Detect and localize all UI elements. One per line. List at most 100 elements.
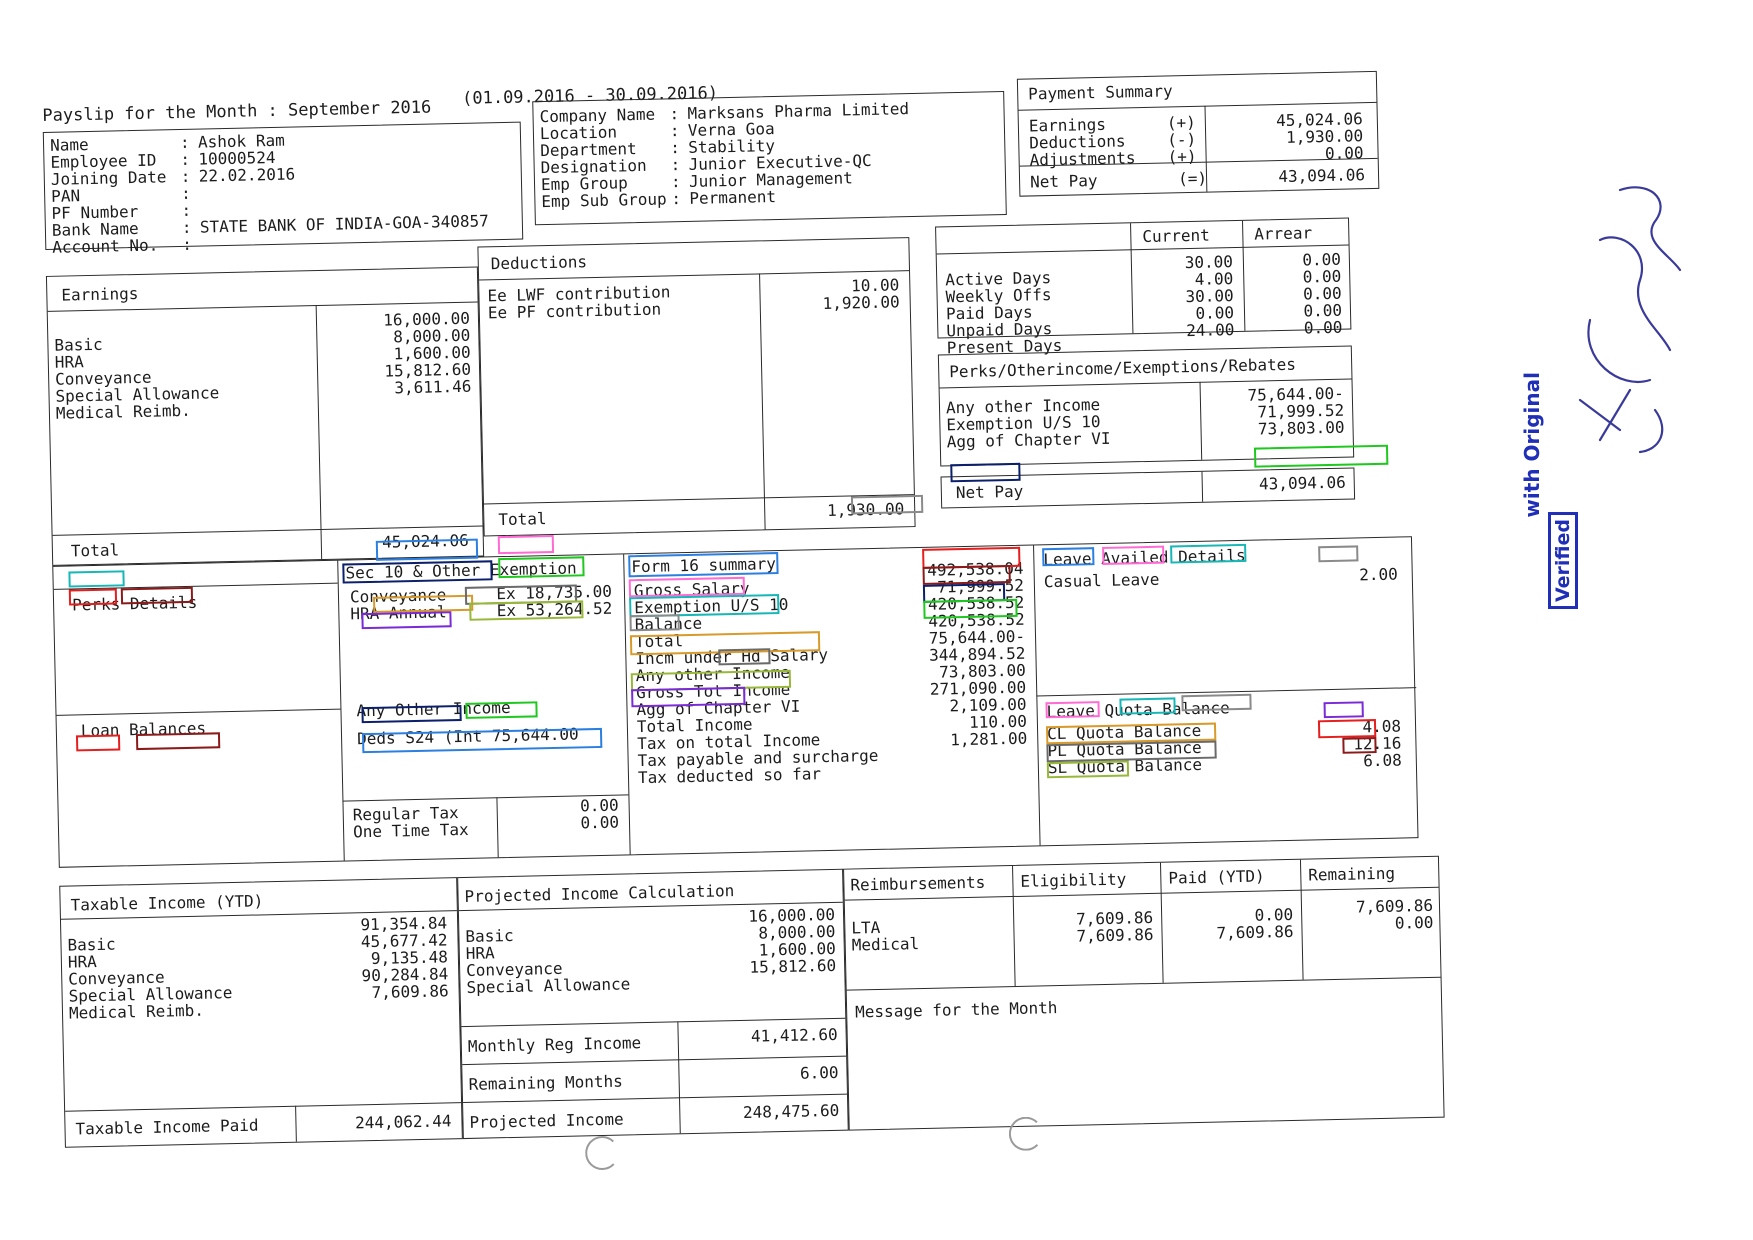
attendance-col-current: Current [1142, 225, 1210, 247]
deductions-total-label: Total [498, 509, 547, 530]
reimb-col-eligibility: Eligibility [1020, 869, 1127, 891]
net-pay-row-value: 43,094.06 [1258, 472, 1346, 494]
annotation-box [850, 494, 924, 515]
info-separator: : [670, 138, 681, 158]
message-for-month-label: Message for the Month [854, 998, 1058, 1022]
info-label: Account No. [52, 235, 159, 257]
info-separator: : [670, 155, 681, 175]
attendance-col-arrear: Arrear [1254, 223, 1313, 244]
annotation-box [631, 686, 746, 708]
info-separator: : [671, 189, 682, 209]
annotation-box [361, 611, 452, 630]
reimb-remaining-values: 7,609.86 0.00 [1309, 896, 1434, 934]
reimb-col-title: Reimbursements [850, 872, 986, 895]
payslip-document: Payslip for the Month : September 2016 (… [42, 64, 1526, 1216]
deductions-box: Deductions Ee LWF contribution Ee PF cont… [477, 237, 916, 537]
employee-info-list: Name: Ashok Ram Employee ID:10000524 Joinin… [50, 127, 489, 257]
deduction-label: Ee PF contribution [487, 299, 662, 323]
net-pay-sign: (=) [1177, 168, 1208, 189]
leave-availed-row: Casual Leave 2.00 [1043, 564, 1404, 592]
earnings-box: Earnings Basic HRA Conveyance Special Allow… [45, 266, 485, 566]
projected-income-value: 248,475.60 [742, 1100, 840, 1122]
earnings-title: Earnings [61, 283, 139, 305]
annotation-box [361, 704, 462, 724]
earning-value: 3,611.46 [394, 376, 472, 398]
remaining-months-value: 6.00 [799, 1062, 839, 1083]
info-separator: : [181, 217, 192, 237]
projected-income-box: Projected Income Calculation Basic HRA Con… [457, 868, 849, 1140]
earnings-total-label: Total [70, 540, 120, 561]
annotation-box [498, 556, 585, 579]
annotation-box [120, 586, 194, 605]
employee-info-box: Name: Ashok Ram Employee ID:10000524 Joinin… [42, 121, 524, 257]
leave-availed-rows: Casual Leave 2.00 [1043, 564, 1404, 592]
annotation-box [1342, 737, 1377, 754]
annotation-box [135, 732, 221, 751]
tax-labels: Regular Tax One Time Tax [352, 803, 469, 842]
deductions-labels: Ee LWF contribution Ee PF contribution [487, 282, 671, 323]
annotation-box [1102, 545, 1165, 565]
verified-stamp-text: with Original [1520, 372, 1544, 518]
payment-summary-title: Payment Summary [1027, 81, 1173, 104]
taxable-ytd-value: 7,609.86 [371, 981, 449, 1003]
annotation-box [1317, 719, 1377, 739]
info-value: Marksans Pharma Limited [687, 99, 910, 123]
taxable-paid-label: Taxable Income Paid [75, 1115, 259, 1139]
annotation-box [1119, 697, 1176, 715]
reimbursements-box: Reimbursements Eligibility Paid (YTD) Re… [843, 855, 1445, 1131]
attendance-arrear-values: 0.00 0.00 0.00 0.00 0.00 [1249, 250, 1342, 338]
punch-hole [584, 1135, 620, 1171]
perks-otherincome-title: Perks/Otherincome/Exemptions/Rebates [949, 354, 1297, 382]
tax-label: One Time Tax [352, 819, 469, 842]
payment-summary-box: Payment Summary Earnings (+) 45,024.06 Dedu… [1016, 70, 1380, 197]
net-pay-label: Net Pay [1029, 170, 1098, 192]
annotation-box [922, 564, 1011, 585]
projected-values: 16,000.00 8,000.00 1,600.00 15,812.60 [669, 905, 836, 978]
info-separator: : [180, 166, 191, 186]
earning-label: Medical Reimb. [55, 400, 191, 423]
annotation-box [75, 734, 121, 752]
perk-value: 73,803.00 [1257, 417, 1345, 439]
attendance-box: Current Arrear Active Days Weekly Offs Pai… [935, 217, 1352, 357]
annotation-box [68, 588, 118, 606]
reimb-labels: LTA Medical [851, 918, 919, 955]
reimb-col-paid: Paid (YTD) [1168, 866, 1265, 888]
handwritten-signature [1578, 186, 1682, 454]
perks-otherincome-labels: Any other Income Exemption U/S 10 Agg of C… [946, 395, 1111, 451]
taxable-ytd-labels: Basic HRA Conveyance Special Allowance Medic… [67, 933, 233, 1023]
info-separator: : [180, 149, 191, 169]
info-value: 22.02.2016 [198, 164, 296, 186]
annotation-box [342, 560, 493, 584]
reimb-remaining: 0.00 [1394, 912, 1434, 933]
info-separator: : [179, 132, 190, 152]
annotation-box [629, 614, 680, 632]
annotation-box [1170, 543, 1247, 564]
leave-availed-row-value: 2.00 [1359, 564, 1398, 585]
info-label: Emp Sub Group [541, 189, 667, 212]
leave-availed-row-label: Casual Leave [1043, 569, 1160, 592]
annotation-box [950, 462, 1021, 483]
company-info-box: Company Name: Marksans Pharma Limited Loca… [532, 91, 1007, 226]
annotation-box [1046, 760, 1130, 779]
annotation-box [1042, 547, 1095, 567]
net-pay-value: 43,094.06 [1278, 165, 1366, 187]
projected-title: Projected Income Calculation [464, 881, 735, 906]
perks-otherincome-values: 75,644.00- 71,999.52 73,803.00 [1208, 384, 1345, 439]
projected-labels: Basic HRA Conveyance Special Allowance [465, 924, 630, 997]
payment-summary-sign: (-) [1167, 129, 1197, 150]
info-separator: : [669, 104, 680, 124]
earnings-labels: Basic HRA Conveyance Special Allowance Medic… [54, 333, 220, 423]
info-separator: : [670, 172, 681, 192]
monthly-reg-income-label: Monthly Reg Income [467, 1033, 642, 1056]
attendance-current: 24.00 [1186, 320, 1235, 341]
taxable-paid-value: 244,062.44 [354, 1111, 452, 1133]
annotation-box [1045, 701, 1100, 719]
deductions-values: 10.00 1,920.00 [767, 275, 899, 313]
payslip-title: Payslip for the Month : September 2016 [42, 97, 432, 126]
info-value: Permanent [689, 187, 777, 208]
reimb-paid: 7,609.86 [1216, 921, 1294, 943]
taxable-ytd-values: 91,354.84 45,677.42 9,135.48 90,284.84 7,609… [271, 913, 449, 1003]
payment-summary-sign: (+) [1166, 112, 1196, 133]
annotation-box [1253, 444, 1389, 468]
tax-values: 0.00 0.00 [502, 796, 619, 834]
